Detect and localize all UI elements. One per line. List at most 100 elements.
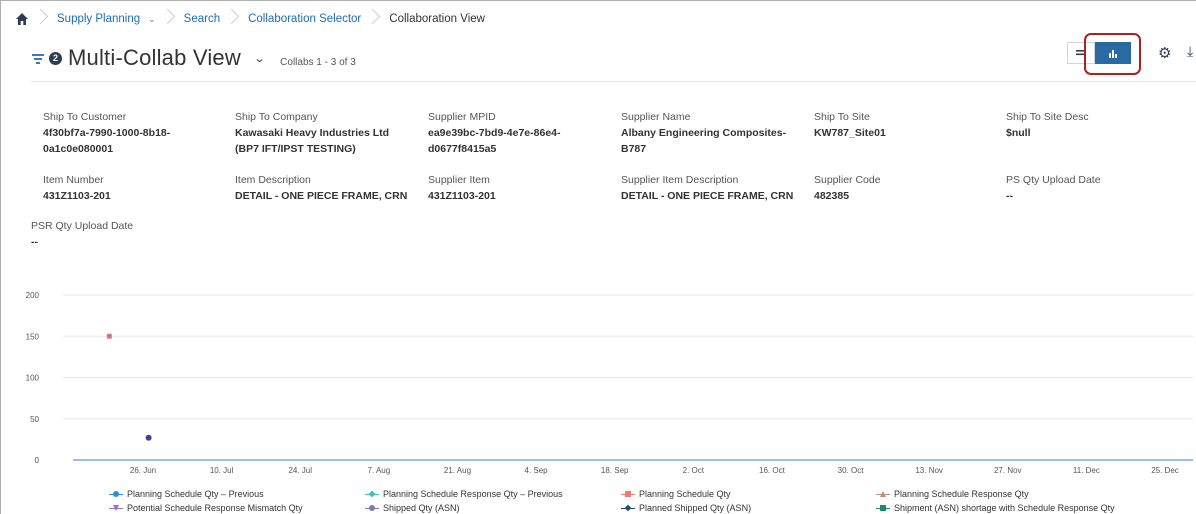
legend-label: Shipped Qty (ASN) [383, 503, 460, 513]
detail-supplier-code: Supplier Code 482385 [814, 172, 984, 204]
gear-icon[interactable]: ⚙ [1158, 44, 1171, 62]
x-tick-label: 25. Dec [1151, 466, 1179, 475]
detail-label: Supplier Code [814, 174, 881, 186]
x-tick-label: 11. Dec [1073, 466, 1100, 475]
detail-value: DETAIL - ONE PIECE FRAME, CRN [621, 190, 794, 202]
breadcrumb-separator [228, 1, 240, 37]
breadcrumb-separator [37, 1, 49, 37]
detail-value: DETAIL - ONE PIECE FRAME, CRN [235, 190, 408, 202]
legend-symbol [365, 504, 379, 512]
y-tick-label: 100 [26, 374, 40, 383]
detail-value: Albany Engineering Composites-B787 [621, 127, 787, 155]
detail-item-description: Item Description DETAIL - ONE PIECE FRAM… [235, 172, 420, 204]
y-tick-label: 50 [30, 415, 39, 424]
legend-item[interactable]: Shipped Qty (ASN) [365, 503, 460, 513]
quantity-chart: 0 50 100 150 200 26. Jun 10. Jul 24. Jul 7. Aug 2… [1, 281, 1196, 514]
detail-value: $null [1006, 127, 1031, 139]
detail-supplier-item-description: Supplier Item Description DETAIL - ONE P… [621, 172, 806, 204]
detail-label: Supplier Item [428, 174, 490, 186]
chevron-down-icon[interactable]: ⌄ [148, 14, 156, 25]
detail-value: 482385 [814, 190, 850, 202]
breadcrumb-label[interactable]: Search [184, 13, 220, 25]
legend-label: Planning Schedule Response Qty [894, 489, 1029, 499]
detail-ship-to-site-desc: Ship To Site Desc $null [1006, 109, 1186, 141]
x-tick-label: 26. Jun [130, 466, 156, 475]
detail-ship-to-customer: Ship To Customer 4f30bf7a-7990-1000-8b18… [43, 109, 203, 157]
legend-item[interactable]: Planning Schedule Response Qty [876, 489, 1029, 499]
chart-legend: Planning Schedule Qty – Previous Planning… [1, 487, 1196, 514]
x-tick-label: 24. Jul [288, 466, 312, 475]
legend-label: Shipment (ASN) shortage with Schedule Re… [894, 503, 1115, 513]
detail-label: Ship To Site Desc [1006, 111, 1089, 123]
legend-symbol [876, 490, 890, 498]
legend-label: Planning Schedule Response Qty – Previou… [383, 489, 563, 499]
x-tick-label: 7. Aug [368, 466, 391, 475]
detail-label: Supplier Name [621, 111, 691, 123]
data-point-shipped-qty [145, 434, 152, 441]
x-tick-label: 13. Nov [915, 466, 943, 475]
download-icon[interactable]: ⤓ [1187, 43, 1193, 60]
legend-symbol [365, 490, 379, 498]
breadcrumb-separator [369, 1, 381, 37]
legend-item[interactable]: Potential Schedule Response Mismatch Qty [109, 503, 303, 513]
detail-value: Kawasaki Heavy Industries Ltd (BP7 IFT/I… [235, 127, 390, 155]
x-tick-label: 16. Oct [759, 466, 786, 475]
detail-value: -- [1006, 190, 1013, 202]
legend-symbol [109, 490, 123, 498]
detail-label: Supplier MPID [428, 111, 496, 123]
breadcrumb-supply-planning[interactable]: Supply Planning ⌄ [57, 1, 156, 37]
legend-item[interactable]: Planned Shipped Qty (ASN) [621, 503, 751, 513]
breadcrumb-collaboration-selector[interactable]: Collaboration Selector [248, 1, 361, 37]
y-tick-label: 0 [35, 456, 40, 465]
header-divider [31, 81, 1196, 82]
detail-ship-to-site: Ship To Site KW787_Site01 [814, 109, 984, 141]
legend-symbol [109, 504, 123, 512]
breadcrumb-separator [164, 1, 176, 37]
filter-count-badge: 2 [49, 51, 62, 65]
breadcrumb-label: Collaboration View [389, 13, 485, 25]
x-tick-label: 2. Oct [683, 466, 705, 475]
detail-value: -- [31, 236, 38, 248]
breadcrumb-search[interactable]: Search [184, 1, 220, 37]
detail-label: Item Description [235, 174, 311, 186]
detail-value: 431Z1103-201 [43, 190, 111, 202]
detail-label: PS Qty Upload Date [1006, 174, 1101, 186]
filter-icon[interactable] [31, 51, 45, 65]
chevron-down-icon[interactable]: ⌄ [254, 52, 266, 65]
title-row: 2 Multi-Collab View ⌄ Collabs 1 - 3 of 3 [31, 38, 356, 78]
legend-label: Potential Schedule Response Mismatch Qty [127, 503, 303, 513]
detail-value: 4f30bf7a-7990-1000-8b18-0a1c0e080001 [43, 127, 171, 155]
legend-symbol [621, 504, 635, 512]
app-frame: Supply Planning ⌄ Search Collaboration S… [0, 0, 1196, 514]
legend-label: Planning Schedule Qty [639, 489, 731, 499]
home-icon [16, 13, 28, 25]
x-tick-label: 18. Sep [601, 466, 629, 475]
detail-value: KW787_Site01 [814, 127, 886, 139]
breadcrumb-label[interactable]: Collaboration Selector [248, 13, 361, 25]
x-tick-label: 10. Jul [210, 466, 234, 475]
detail-supplier-item: Supplier Item 431Z1103-201 [428, 172, 598, 204]
detail-psr-qty-upload-date: PSR Qty Upload Date -- [31, 218, 201, 250]
detail-ship-to-company: Ship To Company Kawasaki Heavy Industrie… [235, 109, 415, 157]
legend-symbol [621, 490, 635, 498]
legend-item[interactable]: Planning Schedule Response Qty – Previou… [365, 489, 563, 499]
legend-item[interactable]: Shipment (ASN) shortage with Schedule Re… [876, 503, 1115, 513]
home-link[interactable] [15, 1, 29, 37]
detail-supplier-mpid: Supplier MPID ea9e39bc-7bd9-4e7e-86e4-d0… [428, 109, 588, 157]
x-tick-label: 21. Aug [444, 466, 471, 475]
detail-label: Ship To Company [235, 111, 318, 123]
chart-svg: 0 50 100 150 200 26. Jun 10. Jul 24. Jul 7. Aug 2… [26, 291, 1193, 475]
breadcrumb-label[interactable]: Supply Planning [57, 13, 140, 25]
legend-label: Planning Schedule Qty – Previous [127, 489, 264, 499]
breadcrumb: Supply Planning ⌄ Search Collaboration S… [1, 1, 1196, 37]
legend-item[interactable]: Planning Schedule Qty – Previous [109, 489, 264, 499]
detail-supplier-name: Supplier Name Albany Engineering Composi… [621, 109, 796, 157]
breadcrumb-collaboration-view: Collaboration View [389, 1, 485, 37]
detail-label: Supplier Item Description [621, 174, 739, 186]
legend-item[interactable]: Planning Schedule Qty [621, 489, 731, 499]
page-title: Multi-Collab View [68, 45, 241, 70]
highlight-annotation [1084, 33, 1141, 75]
detail-label: Ship To Site [814, 111, 870, 123]
collabs-count: Collabs 1 - 3 of 3 [280, 56, 356, 68]
detail-item-number: Item Number 431Z1103-201 [43, 172, 213, 204]
